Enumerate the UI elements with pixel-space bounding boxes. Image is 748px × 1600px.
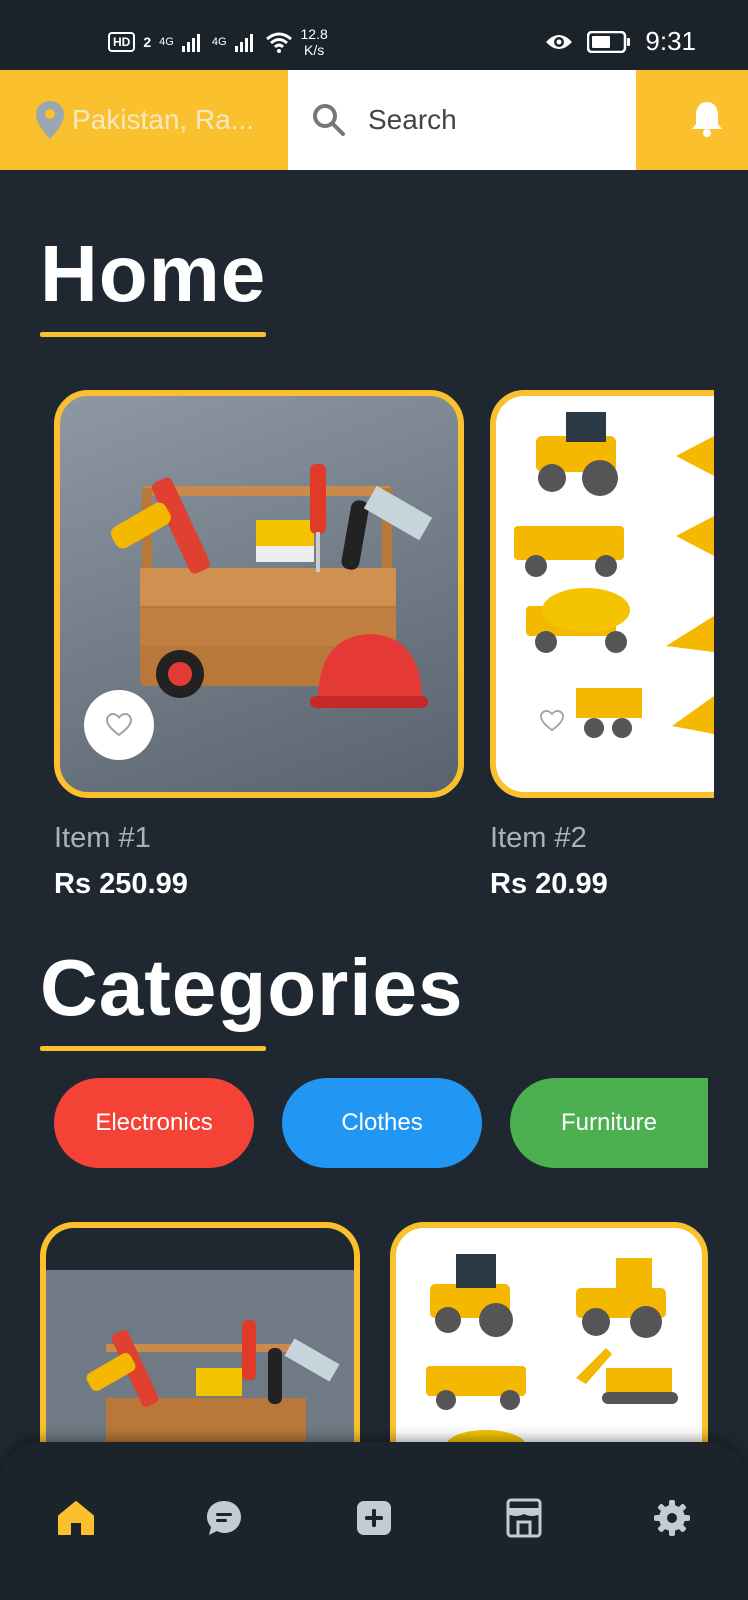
favorite-button-1[interactable]	[84, 690, 154, 760]
construction-vehicles-image	[514, 412, 714, 738]
chip-label: Clothes	[341, 1109, 423, 1136]
chip-clothes[interactable]: Clothes	[282, 1078, 482, 1168]
network-speed: 12.8 K/s	[301, 26, 328, 58]
store-icon	[506, 1498, 542, 1538]
speed-unit: K/s	[304, 42, 325, 58]
add-icon	[357, 1501, 391, 1535]
construction-vehicles-image	[396, 1228, 702, 1452]
product-card-2[interactable]	[490, 390, 714, 798]
categories-title: Categories	[40, 943, 464, 1032]
category-card-2[interactable]	[390, 1222, 708, 1452]
location-pin-icon	[36, 101, 64, 139]
home-title: Home	[40, 229, 267, 318]
chip-electronics[interactable]: Electronics	[54, 1078, 254, 1168]
network-label-1: 4G	[159, 36, 174, 48]
settings-icon	[654, 1500, 690, 1536]
signal-icon	[234, 34, 253, 52]
chip-furniture[interactable]: Furniture	[510, 1078, 708, 1168]
nav-store[interactable]	[494, 1488, 554, 1548]
status-bar-right: 9:31	[545, 26, 696, 57]
search-input[interactable]: Search	[288, 70, 636, 170]
categories-title-underline	[40, 1046, 266, 1051]
category-card-1[interactable]	[40, 1222, 360, 1452]
hd-badge: HD	[108, 32, 136, 52]
battery-icon	[587, 30, 631, 53]
home-icon	[58, 1501, 94, 1535]
search-placeholder: Search	[368, 104, 457, 135]
wifi-icon	[265, 32, 292, 53]
status-bar-left: HD 2 4G 4G 12.8 K/s	[108, 26, 328, 58]
location-selector[interactable]: Pakistan, Ra...	[0, 70, 288, 170]
clock: 9:31	[645, 26, 696, 56]
signal-icon	[181, 34, 200, 52]
chip-label: Electronics	[95, 1109, 213, 1136]
nav-chat[interactable]	[194, 1488, 254, 1548]
item-price-1: Rs 250.99	[54, 868, 188, 900]
home-title-underline	[40, 332, 266, 337]
nav-home[interactable]	[46, 1488, 106, 1548]
location-text: Pakistan, Ra...	[72, 104, 255, 135]
item-name-2: Item #2	[490, 822, 587, 854]
item-price-2: Rs 20.99	[490, 868, 608, 900]
nav-settings[interactable]	[642, 1488, 702, 1548]
network-label-2: 4G	[211, 36, 227, 48]
sim-number: 2	[143, 34, 152, 50]
item-name-1: Item #1	[54, 822, 151, 854]
bell-icon[interactable]	[690, 100, 724, 138]
chip-label: Furniture	[560, 1109, 658, 1136]
heart-icon[interactable]	[540, 710, 564, 732]
toolbox-image	[46, 1270, 354, 1452]
search-icon	[313, 104, 345, 136]
heart-icon	[106, 713, 132, 737]
eye-icon	[546, 34, 573, 49]
speed-value: 12.8	[300, 26, 328, 42]
chat-icon	[207, 1501, 241, 1535]
nav-add[interactable]	[344, 1488, 404, 1548]
